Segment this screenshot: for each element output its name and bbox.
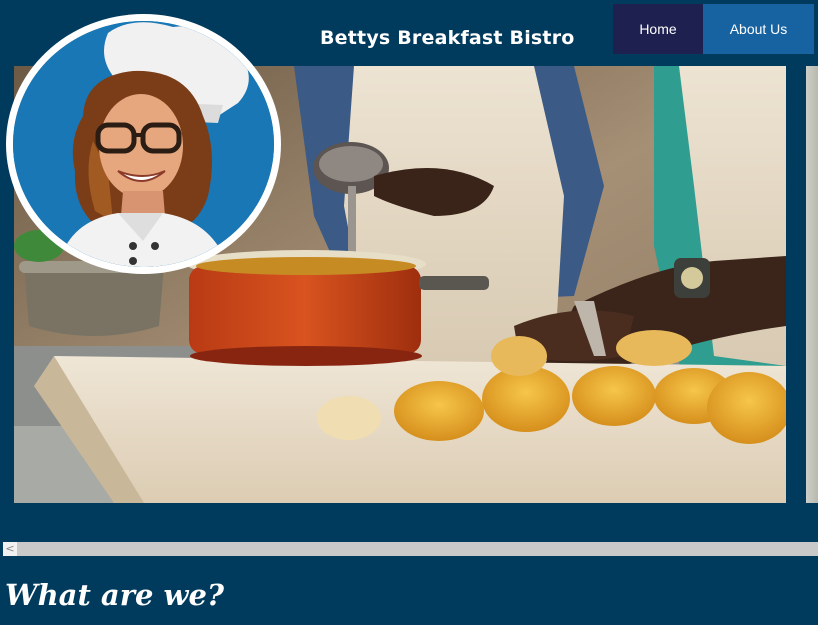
page: Bettys Breakfast Bistro Home About Us < … [0, 0, 818, 625]
chef-avatar [6, 14, 281, 274]
section-heading: What are we? [5, 578, 224, 612]
chef-avatar-image [13, 21, 274, 267]
main-nav: Home About Us [613, 4, 814, 54]
horizontal-scrollbar[interactable]: < [3, 542, 818, 556]
next-slide-peek [806, 66, 818, 503]
chevron-left-icon[interactable]: < [3, 542, 17, 556]
nav-about-us-button[interactable]: About Us [703, 4, 814, 54]
nav-home-button[interactable]: Home [613, 4, 703, 54]
site-title: Bettys Breakfast Bistro [320, 27, 575, 49]
chef-illustration [13, 21, 274, 267]
